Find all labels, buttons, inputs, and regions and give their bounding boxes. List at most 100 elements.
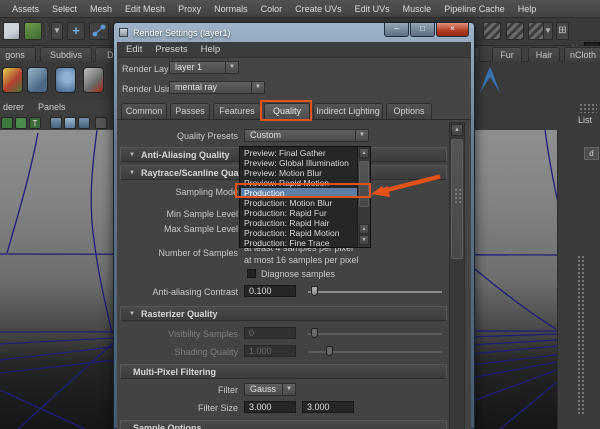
menu-pipeline-cache[interactable]: Pipeline Cache (444, 4, 505, 14)
preset-option[interactable]: Preview: Motion Blur (241, 168, 358, 178)
list-scroll-up-button[interactable]: ▲ (359, 148, 369, 158)
tab-options[interactable]: Options (386, 103, 432, 119)
menu-edit-uvs[interactable]: Edit UVs (355, 4, 390, 14)
list-scroll-down-button[interactable]: ▼ (359, 235, 369, 245)
shading-quality-slider-thumb (326, 346, 333, 356)
panel-menu-renderer[interactable]: derer (3, 102, 24, 112)
collapse-triangle-icon: ▼ (129, 169, 135, 176)
subdiv-shelf-icon-3[interactable] (55, 67, 76, 93)
menu-mesh[interactable]: Mesh (90, 4, 112, 14)
film-gate-icon[interactable] (95, 117, 107, 129)
tab-quality[interactable]: Quality (264, 103, 310, 119)
lists-menu[interactable]: List (578, 115, 592, 125)
menu-muscle[interactable]: Muscle (403, 4, 432, 14)
chevron-down-icon: ▼ (251, 82, 264, 93)
filter-funnel-icon[interactable]: ▼ (51, 22, 63, 40)
render-settings-window: Render Settings (layer1) – □ × Edit Pres… (113, 22, 475, 429)
filter-funnel-icon-right[interactable]: ▼ (543, 22, 553, 40)
section-multi-pixel-filtering[interactable]: Multi-Pixel Filtering (120, 364, 447, 379)
grid-snap-icon[interactable]: ⊞ (556, 22, 569, 40)
panel-grip-dots (579, 103, 597, 113)
menu-assets[interactable]: Assets (12, 4, 39, 14)
aa-contrast-slider-thumb[interactable] (311, 286, 318, 296)
visibility-samples-slider-thumb (311, 328, 318, 338)
number-of-samples-label: Number of Samples (158, 248, 238, 258)
attribute-tab-button[interactable]: d (584, 147, 599, 160)
dialog-menu-presets[interactable]: Presets (155, 44, 187, 55)
diagnose-samples-checkbox[interactable] (247, 269, 256, 278)
preset-option[interactable]: Preview: Rapid Motion (241, 178, 358, 188)
menu-edit-mesh[interactable]: Edit Mesh (125, 4, 165, 14)
scrollbar-thumb[interactable] (451, 139, 463, 259)
preset-list-scrollbar[interactable]: ▲ ▲ ▼ (357, 147, 370, 247)
preset-option[interactable]: Production: Rapid Fur (241, 208, 358, 218)
subdiv-shelf-icon-1[interactable] (2, 67, 23, 93)
scroll-up-button[interactable]: ▲ (451, 124, 463, 136)
grid-toggle-icon[interactable] (15, 117, 27, 129)
text-tool-icon[interactable]: T (29, 117, 41, 129)
subdiv-shelf-icon-4[interactable] (83, 67, 104, 93)
menu-help[interactable]: Help (518, 4, 537, 14)
collapse-triangle-icon: ▼ (129, 151, 135, 158)
list-scrollbar-thumb[interactable] (359, 161, 369, 207)
panel-divider-grip[interactable] (577, 255, 584, 415)
select-camera-icon[interactable] (1, 117, 13, 129)
render-clapper-icon-2[interactable] (506, 22, 524, 40)
snap-grid-icon[interactable] (24, 22, 42, 40)
dialog-menu-edit[interactable]: Edit (126, 44, 142, 55)
section-rasterizer-quality[interactable]: ▼ Rasterizer Quality (120, 306, 447, 321)
tab-common[interactable]: Common (121, 103, 167, 119)
menu-select[interactable]: Select (52, 4, 77, 14)
shading-cube-icon-1[interactable] (50, 117, 62, 129)
filter-size-y-field[interactable]: 3.000 (302, 401, 354, 413)
shelf-tab-hair[interactable]: Hair (528, 47, 560, 62)
menu-proxy[interactable]: Proxy (178, 4, 201, 14)
dialog-menu-help[interactable]: Help (201, 44, 221, 55)
render-using-dropdown[interactable]: mental ray ▼ (169, 81, 265, 94)
file-icon[interactable] (3, 22, 20, 40)
section-sample-options[interactable]: Sample Options (120, 420, 447, 429)
add-selection-icon[interactable]: + (67, 22, 85, 40)
shelf-tab-polygons[interactable]: gons (0, 47, 36, 62)
render-clapper-icon-1[interactable] (483, 22, 501, 40)
maximize-button[interactable]: □ (410, 23, 435, 37)
maya-application: Assets Select Mesh Edit Mesh Proxy Norma… (0, 0, 600, 429)
node-connection-icon[interactable] (89, 22, 109, 40)
preset-option[interactable]: Production: Rapid Motion (241, 228, 358, 238)
tab-features[interactable]: Features (213, 103, 261, 119)
shelf-tab-ncloth[interactable]: nCloth (564, 47, 600, 62)
preset-option[interactable]: Preview: Global Illumination (241, 158, 358, 168)
menu-create-uvs[interactable]: Create UVs (295, 4, 342, 14)
preset-option[interactable]: Production: Rapid Hair (241, 218, 358, 228)
preset-option[interactable]: Production: Fine Trace (241, 238, 358, 248)
list-scroll-up-button-2[interactable]: ▲ (359, 224, 369, 234)
subdiv-shelf-icon-2[interactable] (27, 67, 48, 93)
close-button[interactable]: × (436, 23, 469, 37)
tab-indirect-lighting[interactable]: Indirect Lighting (313, 103, 383, 119)
tab-passes[interactable]: Passes (170, 103, 210, 119)
window-body: Edit Presets Help Render Layer layer 1 ▼… (117, 42, 471, 429)
preset-option[interactable]: Production: Motion Blur (241, 198, 358, 208)
quality-presets-dropdown[interactable]: Custom ▼ (244, 129, 369, 142)
shelf-tab-fur[interactable]: Fur (492, 47, 522, 62)
aa-contrast-slider-track[interactable] (308, 291, 442, 293)
shading-cube-icon-3[interactable] (78, 117, 90, 129)
filter-size-x-field[interactable]: 3.000 (244, 401, 296, 413)
preset-option-selected[interactable]: Production (241, 188, 358, 198)
aa-contrast-label: Anti-aliasing Contrast (152, 287, 238, 297)
shelf-tab-subdivs[interactable]: Subdivs (40, 47, 92, 62)
aa-contrast-field[interactable]: 0.100 (244, 285, 296, 297)
shading-cube-icon-2[interactable] (64, 117, 76, 129)
chevron-down-icon: ▼ (355, 130, 368, 141)
minimize-button[interactable]: – (384, 23, 409, 37)
panel-menu-bar: derer Panels (0, 100, 113, 114)
shading-quality-field: 1.000 (244, 345, 296, 357)
settings-scrollbar[interactable]: ▲ (449, 122, 465, 429)
max-sample-level-label: Max Sample Level (163, 224, 238, 234)
preset-option[interactable]: Preview: Final Gather (241, 148, 358, 158)
render-layer-dropdown[interactable]: layer 1 ▼ (169, 61, 239, 74)
panel-menu-panels[interactable]: Panels (38, 102, 66, 112)
filter-dropdown[interactable]: Gauss ▼ (244, 383, 296, 396)
menu-color[interactable]: Color (261, 4, 283, 14)
menu-normals[interactable]: Normals (214, 4, 248, 14)
